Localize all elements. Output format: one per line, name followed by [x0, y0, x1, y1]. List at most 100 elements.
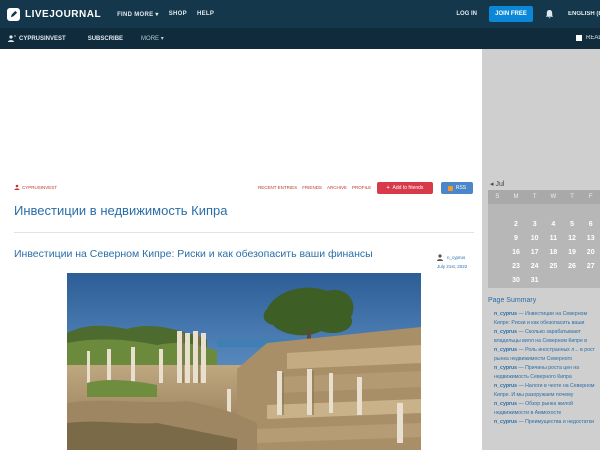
summary-item[interactable]: n_cyprus — Преимущества и недостатки: [494, 418, 600, 436]
journal-title[interactable]: Инвестиции в недвижимость Кипра: [14, 203, 228, 218]
reader-toggle[interactable]: READER: [576, 35, 600, 41]
post-author-name: n_cyprus: [447, 255, 466, 260]
post-meta: n_cyprus July 21st, 2022: [437, 254, 477, 269]
rss-icon: [447, 185, 453, 191]
summary-user[interactable]: n_cyprus: [494, 329, 517, 335]
calendar-day: [488, 218, 507, 232]
post-title[interactable]: Инвестиции на Северном Кипре: Риски и ка…: [14, 248, 373, 260]
summary-user[interactable]: n_cyprus: [494, 419, 517, 425]
nav-friends[interactable]: FRIENDS: [302, 185, 322, 190]
post-author[interactable]: n_cyprus: [437, 254, 477, 261]
user-icon: [8, 35, 16, 42]
join-free-button[interactable]: JOIN FREE: [489, 6, 533, 22]
nav-find-more[interactable]: FIND MORE ▾: [117, 11, 159, 18]
login-link[interactable]: LOG IN: [456, 11, 477, 17]
calendar-day: [506, 204, 526, 218]
calendar-day: [581, 204, 600, 218]
calendar-day[interactable]: 2: [506, 218, 526, 232]
summary-user[interactable]: n_cyprus: [494, 401, 517, 407]
rss-button[interactable]: RSS: [441, 182, 473, 194]
calendar-day[interactable]: 20: [581, 246, 600, 260]
nav-recent-entries[interactable]: RECENT ENTRIES: [258, 185, 297, 190]
calendar-week: 16 17 18 19 20: [488, 246, 600, 260]
calendar-day: [562, 204, 582, 218]
calendar-day[interactable]: 11: [544, 232, 563, 246]
calendar-day[interactable]: 3: [525, 218, 545, 232]
page-summary-list: n_cyprus — Инвестиции на Северном Кипре:…: [494, 310, 600, 436]
summary-item[interactable]: n_cyprus — Сколько зарабатывают владельц…: [494, 328, 600, 346]
post-date[interactable]: July 21st, 2022: [437, 264, 477, 269]
calendar-day[interactable]: 31: [525, 274, 545, 288]
summary-user[interactable]: n_cyprus: [494, 311, 517, 317]
calendar-day[interactable]: 5: [562, 218, 582, 232]
nav-archive[interactable]: ARCHIVE: [327, 185, 347, 190]
summary-item[interactable]: n_cyprus — Причины роста цен на недвижим…: [494, 364, 600, 382]
language-selector[interactable]: ENGLISH (EN): [568, 11, 600, 17]
calendar-day[interactable]: 17: [525, 246, 545, 260]
summary-item[interactable]: n_cyprus — Обзор рынка жилой недвижимост…: [494, 400, 600, 418]
nav-profile[interactable]: PROFILE: [352, 185, 371, 190]
calendar-day[interactable]: 27: [581, 260, 600, 274]
brand-name: LIVEJOURNAL: [25, 8, 102, 20]
journal-user-icon: [14, 184, 20, 190]
calendar-day[interactable]: 13: [581, 232, 600, 246]
top-navigation-bar: LIVEJOURNAL FIND MORE ▾ SHOP HELP LOG IN…: [0, 0, 600, 28]
calendar-day[interactable]: 19: [562, 246, 582, 260]
calendar-day[interactable]: 4: [544, 218, 563, 232]
bell-icon[interactable]: [545, 9, 554, 19]
calendar-day[interactable]: 9: [506, 232, 526, 246]
calendar-day[interactable]: 16: [506, 246, 526, 260]
calendar-day: [488, 246, 507, 260]
calendar-week: 23 24 25 26 27: [488, 260, 600, 274]
journal-tag-name: CYPRUSINVEST: [22, 184, 58, 190]
rss-label: RSS: [455, 185, 467, 191]
calendar-day: [581, 274, 600, 288]
calendar-day[interactable]: 30: [506, 274, 526, 288]
journal-link[interactable]: CYPRUSINVEST: [8, 35, 66, 42]
weekday: T: [562, 190, 582, 204]
summary-user[interactable]: n_cyprus: [494, 383, 517, 389]
calendar-day: [488, 232, 507, 246]
add-to-friends-button[interactable]: + Add to friends: [377, 182, 433, 194]
calendar-day[interactable]: 24: [525, 260, 545, 274]
summary-item[interactable]: n_cyprus — Инвестиции на Северном Кипре:…: [494, 310, 600, 328]
summary-text[interactable]: — Преимущества и недостатки: [517, 419, 594, 425]
more-menu[interactable]: MORE ▾: [141, 35, 164, 42]
calendar-day[interactable]: 6: [581, 218, 600, 232]
reader-checkbox[interactable]: [576, 35, 582, 41]
journal-name: CYPRUSINVEST: [19, 35, 66, 42]
livejournal-pencil-icon: [7, 7, 20, 21]
calendar-month-label: Jul: [495, 181, 505, 188]
summary-user[interactable]: n_cyprus: [494, 365, 517, 371]
calendar-day[interactable]: 26: [562, 260, 582, 274]
nav-help[interactable]: HELP: [197, 11, 214, 18]
livejournal-logo[interactable]: LIVEJOURNAL: [7, 7, 102, 21]
author-user-icon: [437, 254, 443, 261]
calendar-day: [544, 274, 563, 288]
calendar-month[interactable]: ◂ Jul: [490, 180, 504, 188]
journal-nav: RECENT ENTRIES FRIENDS ARCHIVE PROFILE: [258, 185, 376, 190]
calendar-day: [488, 260, 507, 274]
summary-item[interactable]: n_cyprus — Налоги в чехте на Северном Ки…: [494, 382, 600, 400]
post-image-ancient-ruins: [67, 273, 421, 450]
summary-item[interactable]: n_cyprus — Роль иностранных л... в рост …: [494, 346, 600, 364]
journal-tag[interactable]: CYPRUSINVEST: [14, 184, 57, 190]
calendar-day[interactable]: 12: [562, 232, 582, 246]
calendar-day[interactable]: 23: [506, 260, 526, 274]
summary-user[interactable]: n_cyprus: [494, 347, 517, 353]
calendar-week: 23456: [488, 218, 600, 232]
add-to-friends-label: Add to friends: [392, 185, 424, 191]
nav-shop[interactable]: SHOP: [169, 11, 187, 18]
calendar-day[interactable]: 18: [544, 246, 563, 260]
subscribe-button[interactable]: SUBSCRIBE: [88, 36, 123, 42]
calendar-day[interactable]: 10: [525, 232, 545, 246]
calendar-day[interactable]: 25: [544, 260, 563, 274]
calendar-weekdays: S M T W T F: [488, 190, 600, 204]
calendar-day: [525, 204, 545, 218]
page-summary-title: Page Summary: [488, 297, 537, 304]
plus-icon: +: [386, 185, 390, 191]
weekday: M: [506, 190, 526, 204]
calendar-week: [488, 204, 600, 218]
calendar-day: [488, 204, 507, 218]
calendar: S M T W T F 23456 9 10 11 12 13 16 17 18 19 20 2…: [488, 190, 600, 288]
